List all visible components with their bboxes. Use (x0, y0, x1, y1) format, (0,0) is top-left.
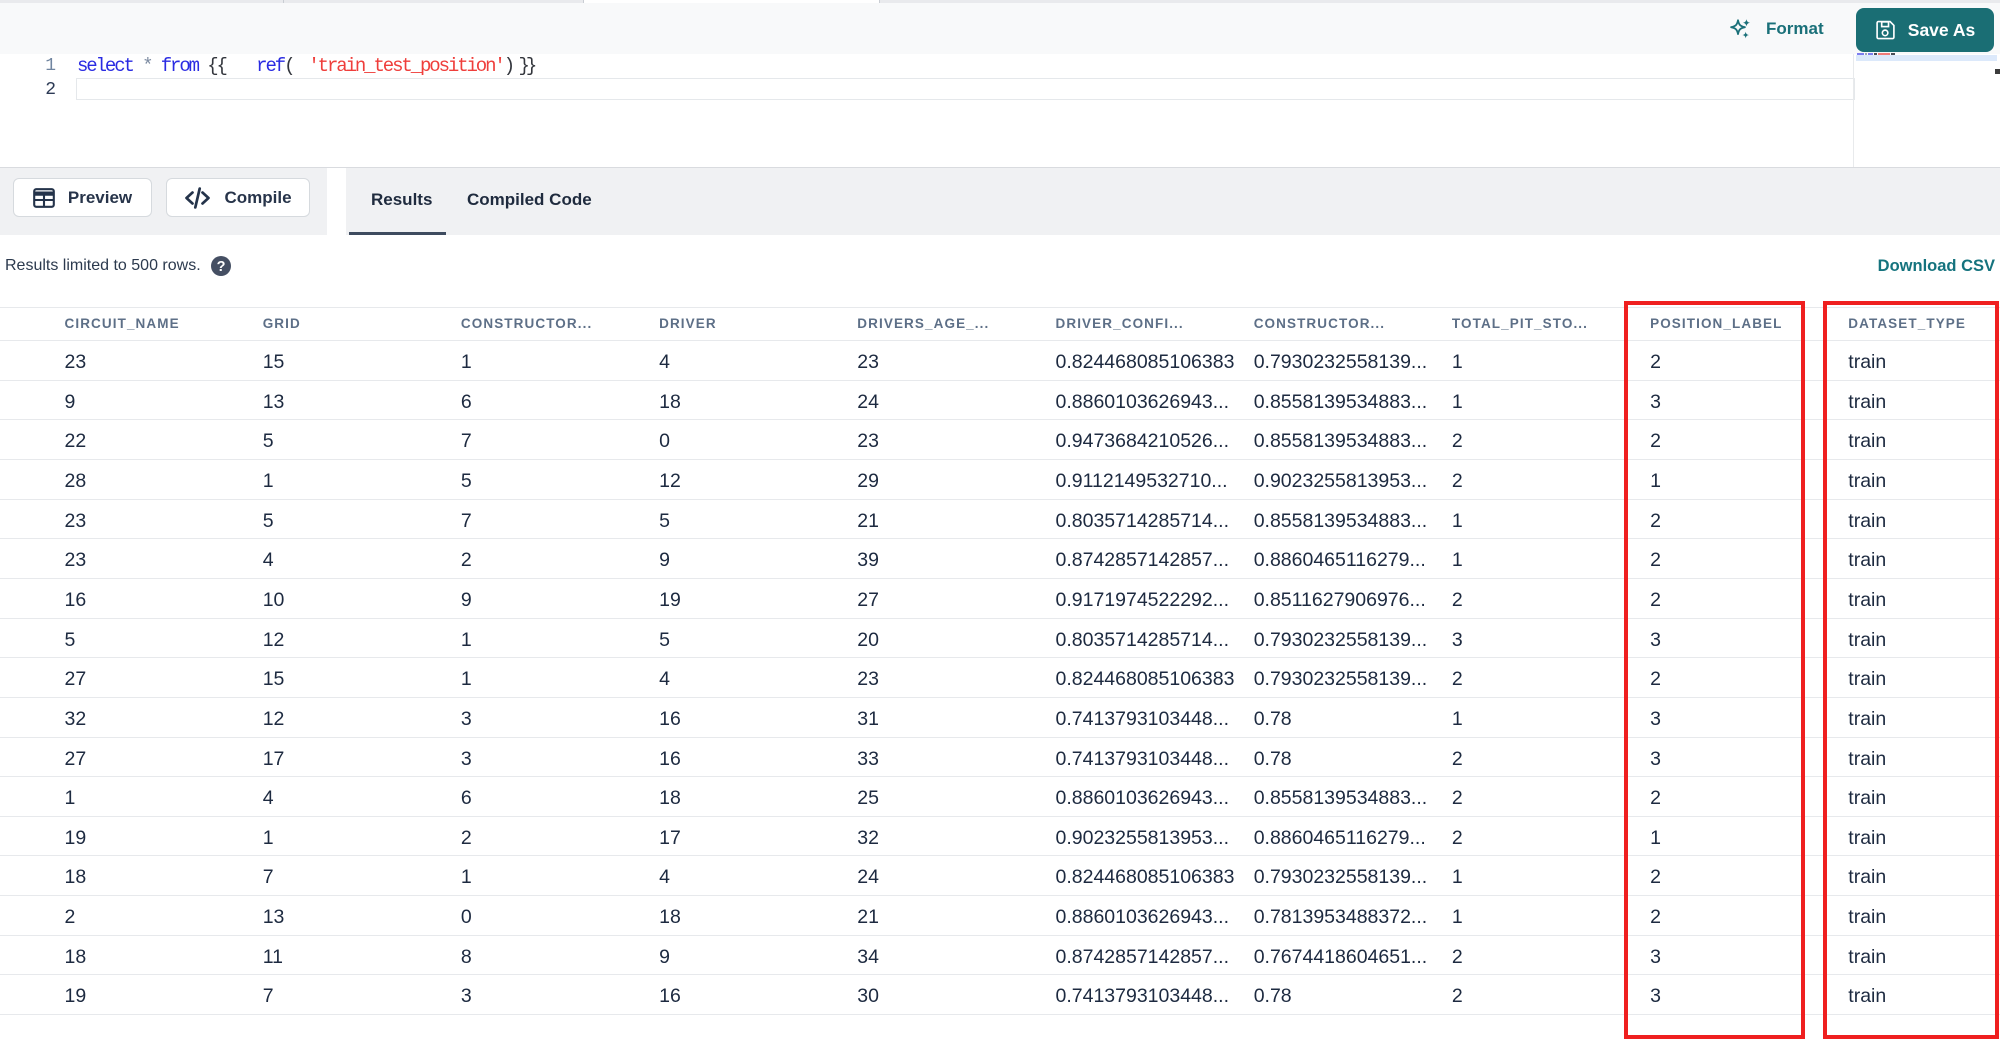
svg-text:?: ? (216, 259, 225, 275)
